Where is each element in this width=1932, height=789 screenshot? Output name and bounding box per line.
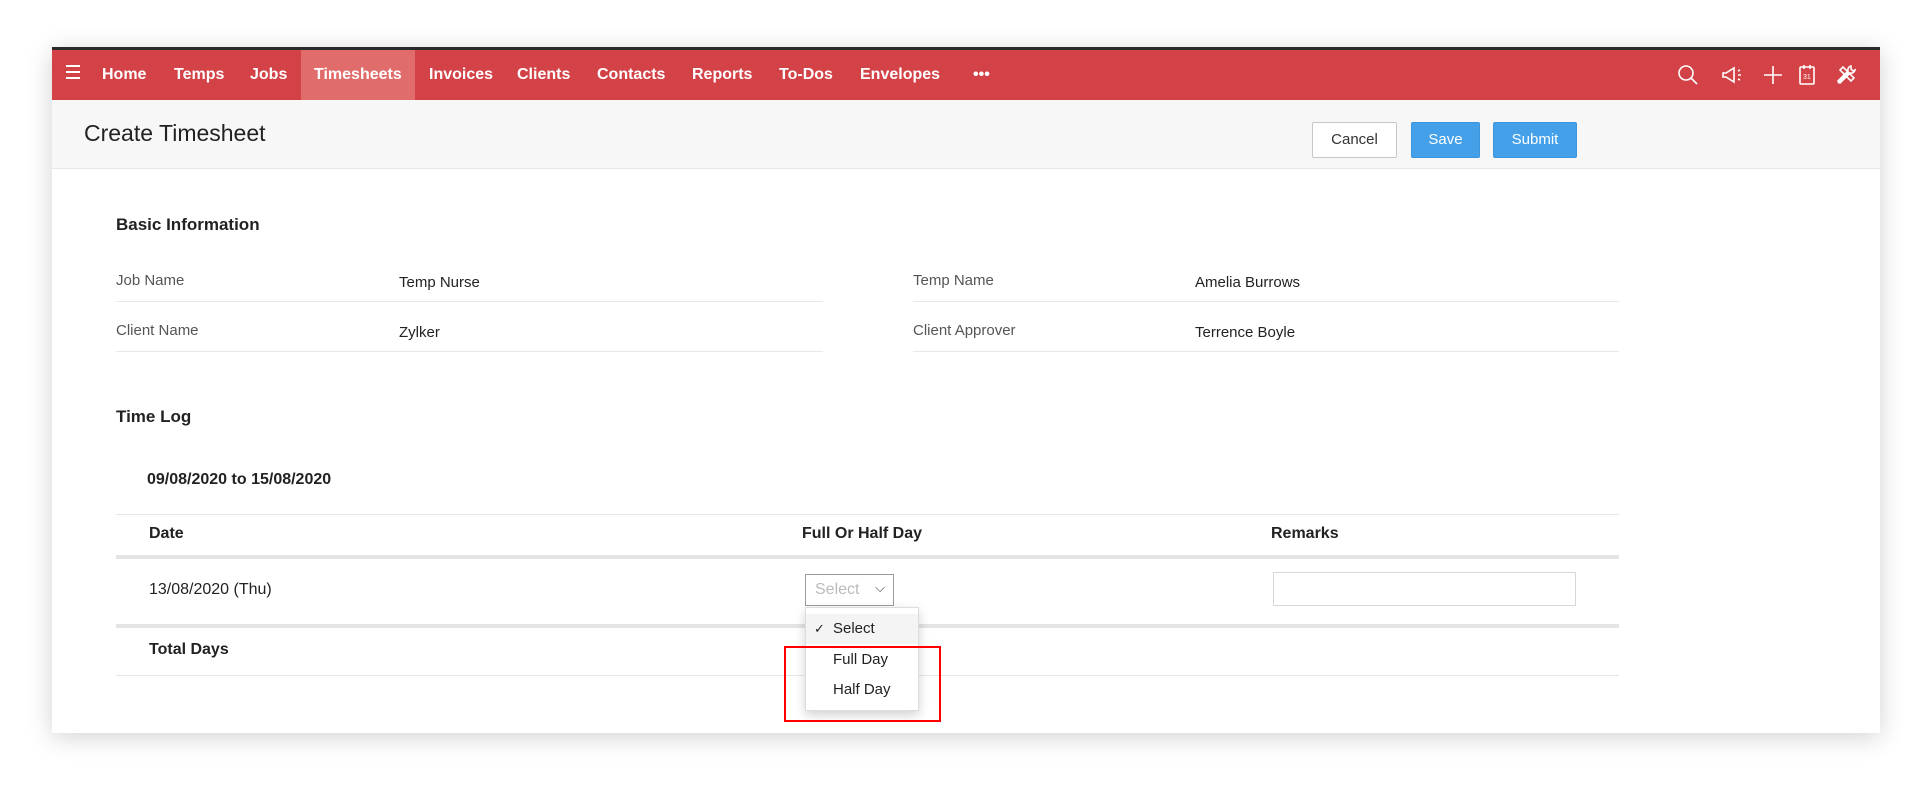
megaphone-icon[interactable] [1720, 63, 1744, 87]
nav-home[interactable]: Home [89, 50, 159, 100]
app-window: Home Temps Jobs Timesheets Invoices Clie… [52, 47, 1880, 733]
page-title: Create Timesheet [84, 120, 266, 146]
check-icon: ✓ [814, 621, 825, 636]
nav-reports[interactable]: Reports [679, 50, 765, 100]
plus-icon[interactable] [1761, 63, 1785, 87]
temp-name-field: Temp Name Amelia Burrows [913, 272, 1619, 302]
column-remarks: Remarks [1271, 525, 1339, 542]
top-nav: Home Temps Jobs Timesheets Invoices Clie… [52, 47, 1880, 100]
nav-todos[interactable]: To-Dos [766, 50, 846, 100]
column-full-or-half-day: Full Or Half Day [802, 525, 923, 542]
highlight-box [784, 646, 941, 722]
calendar-icon[interactable]: 31 [1795, 63, 1819, 87]
divider [116, 555, 1619, 559]
cancel-button[interactable]: Cancel [1312, 122, 1397, 158]
nav-more[interactable]: ••• [960, 50, 1003, 100]
remarks-input[interactable] [1273, 572, 1576, 606]
option-label: Select [833, 620, 875, 637]
job-name-field: Job Name Temp Nurse [116, 272, 823, 302]
client-name-field: Client Name Zylker [116, 322, 823, 352]
total-days-label: Total Days [149, 641, 229, 658]
column-date: Date [149, 525, 184, 542]
temp-name-label: Temp Name [913, 272, 994, 289]
nav-invoices[interactable]: Invoices [416, 50, 506, 100]
client-name-value: Zylker [399, 324, 440, 341]
search-icon[interactable] [1676, 63, 1700, 87]
save-button[interactable]: Save [1411, 122, 1480, 158]
time-log-heading: Time Log [116, 407, 192, 426]
select-value: Select [815, 581, 860, 598]
nav-jobs[interactable]: Jobs [237, 50, 300, 100]
job-name-value: Temp Nurse [399, 274, 480, 291]
divider [116, 514, 1619, 515]
nav-clients[interactable]: Clients [504, 50, 583, 100]
basic-information-heading: Basic Information [116, 215, 260, 234]
client-approver-field: Client Approver Terrence Boyle [913, 322, 1619, 352]
option-select[interactable]: ✓ Select [806, 614, 918, 644]
nav-temps[interactable]: Temps [161, 50, 237, 100]
chevron-down-icon: ⌵ [875, 580, 885, 595]
day-type-select[interactable]: Select ⌵ [805, 574, 894, 606]
job-name-label: Job Name [116, 272, 185, 289]
svg-text:31: 31 [1803, 74, 1811, 81]
submit-button[interactable]: Submit [1493, 122, 1577, 158]
client-approver-value: Terrence Boyle [1195, 324, 1296, 341]
temp-name-value: Amelia Burrows [1195, 274, 1301, 291]
page-header: Create Timesheet Cancel Save Submit [52, 100, 1880, 169]
row-date: 13/08/2020 (Thu) [149, 581, 272, 598]
date-range: 09/08/2020 to 15/08/2020 [147, 471, 332, 488]
client-approver-label: Client Approver [913, 322, 1016, 339]
client-name-label: Client Name [116, 322, 199, 339]
tools-icon[interactable] [1834, 63, 1858, 87]
nav-timesheets[interactable]: Timesheets [301, 50, 415, 100]
nav-contacts[interactable]: Contacts [584, 50, 678, 100]
menu-icon[interactable] [66, 65, 80, 79]
nav-envelopes[interactable]: Envelopes [847, 50, 953, 100]
